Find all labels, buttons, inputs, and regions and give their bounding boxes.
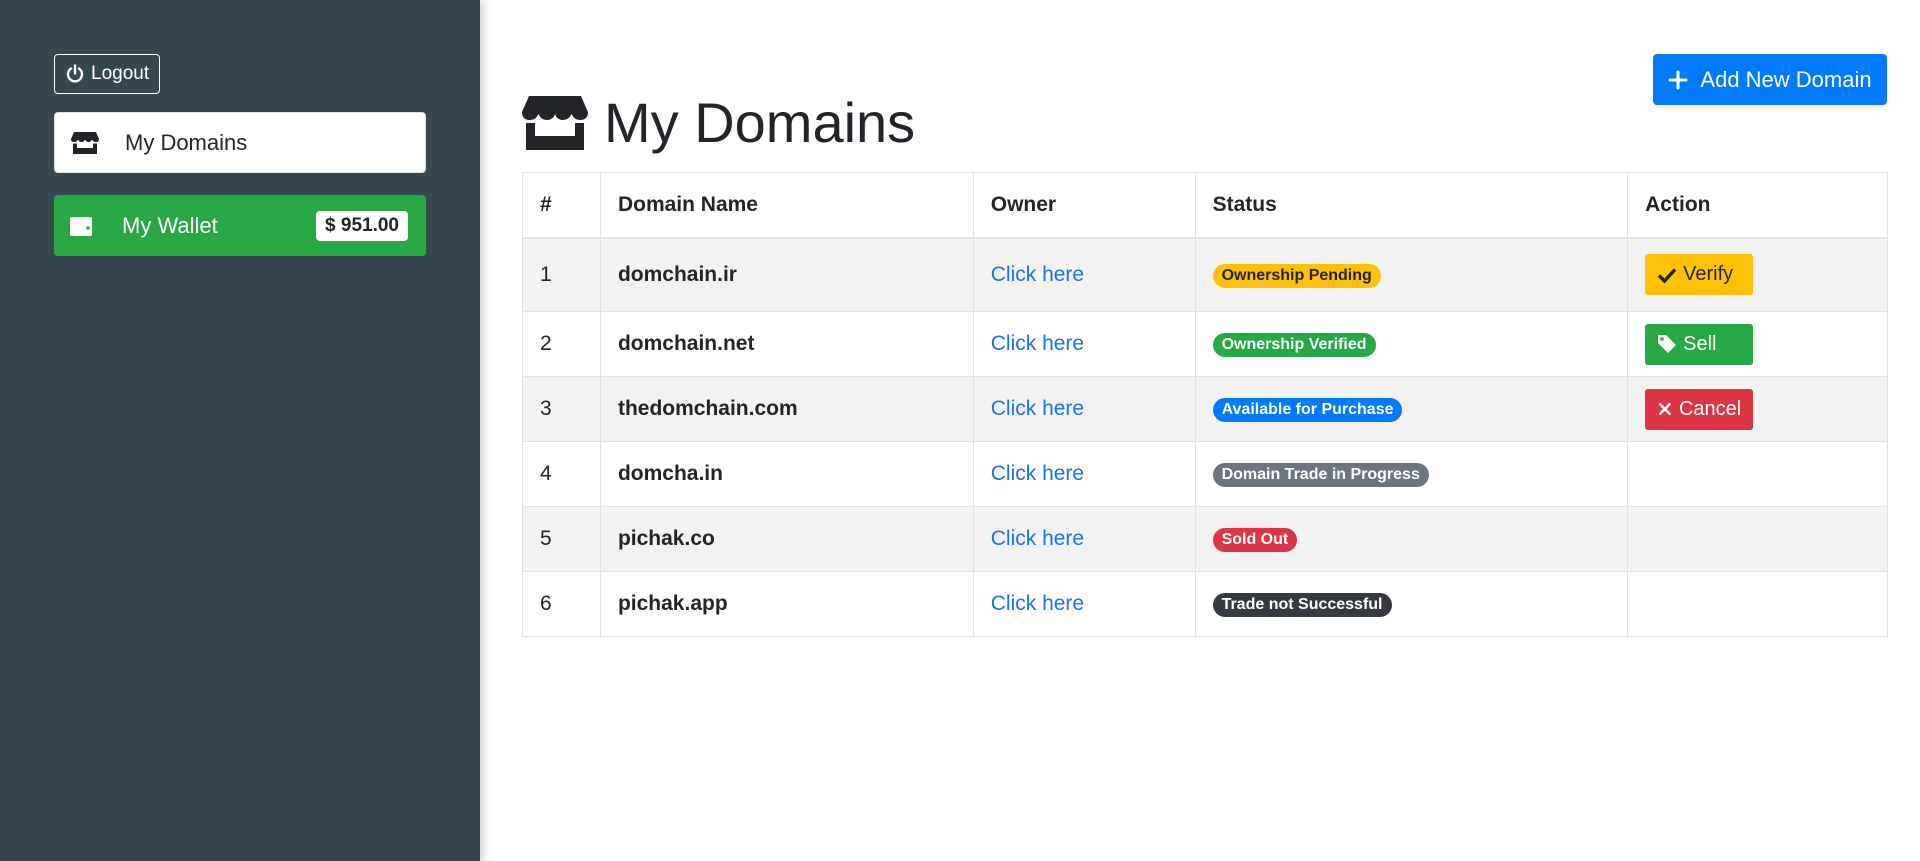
status-badge: Ownership Pending: [1212, 263, 1381, 288]
table-row: 6 pichak.app Click here Trade not Succes…: [522, 571, 1888, 637]
owner-link[interactable]: Click here: [991, 527, 1084, 550]
table-row: 3 thedomchain.com Click here Available f…: [522, 376, 1888, 442]
owner-link[interactable]: Click here: [991, 397, 1084, 420]
row-number: 3: [522, 376, 601, 442]
action-cell: [1627, 506, 1888, 572]
status-badge: Sold Out: [1212, 528, 1298, 552]
status-cell: Ownership Verified: [1194, 311, 1629, 377]
verify-button[interactable]: Verify: [1645, 254, 1754, 296]
sell-button[interactable]: Sell: [1645, 323, 1754, 365]
domain-name: domcha.in: [599, 441, 974, 507]
owner-cell: Click here: [972, 311, 1196, 377]
sidebar-item-my-domains-content: My Domains: [71, 130, 247, 156]
table-row: 1 domchain.ir Click here Ownership Pendi…: [522, 237, 1888, 312]
table-row: 2 domchain.net Click here Ownership Veri…: [522, 311, 1888, 377]
domain-name: domchain.net: [599, 311, 974, 377]
cancel-label: Cancel: [1678, 397, 1742, 420]
logout-label: Logout: [91, 63, 150, 84]
add-new-domain-button[interactable]: Add New Domain: [1653, 54, 1887, 105]
store-icon: [71, 131, 99, 154]
column-header-domain-name: Domain Name: [599, 172, 974, 239]
logout-button[interactable]: Logout: [54, 54, 161, 94]
table-row: 4 domcha.in Click here Domain Trade in P…: [522, 441, 1888, 507]
status-cell: Sold Out: [1194, 506, 1629, 572]
row-number: 2: [522, 311, 601, 377]
verify-label: Verify: [1683, 263, 1734, 286]
row-number: 6: [522, 571, 601, 637]
status-badge: Available for Purchase: [1212, 398, 1403, 422]
column-header-status: Status: [1194, 172, 1629, 239]
sidebar-item-my-domains[interactable]: My Domains: [54, 112, 426, 173]
sidebar-item-label: My Wallet: [122, 212, 218, 238]
status-cell: Available for Purchase: [1194, 376, 1629, 442]
table-row: 5 pichak.co Click here Sold Out: [522, 506, 1888, 572]
domains-table: # Domain Name Owner Status Action 1 domc…: [522, 172, 1888, 637]
domain-name: pichak.co: [599, 506, 974, 572]
owner-cell: Click here: [972, 237, 1196, 312]
action-cell: Verify: [1627, 237, 1888, 312]
power-icon: [66, 64, 84, 83]
sidebar-item-my-wallet[interactable]: My Wallet $ 951.00: [54, 195, 426, 256]
owner-link[interactable]: Click here: [991, 462, 1084, 485]
store-icon: [522, 95, 588, 150]
action-cell: [1627, 571, 1888, 637]
row-number: 5: [522, 506, 601, 572]
owner-link[interactable]: Click here: [991, 263, 1084, 286]
status-cell: Domain Trade in Progress: [1194, 441, 1629, 507]
tag-icon: [1658, 335, 1677, 353]
wallet-icon: [70, 216, 92, 236]
status-badge: Ownership Verified: [1212, 333, 1376, 357]
domain-name: thedomchain.com: [599, 376, 974, 442]
row-number: 1: [522, 237, 601, 312]
table-header-row: # Domain Name Owner Status Action: [522, 172, 1888, 239]
action-cell: Sell: [1627, 311, 1888, 377]
owner-cell: Click here: [972, 376, 1196, 442]
row-number: 4: [522, 441, 601, 507]
add-new-domain-label: Add New Domain: [1700, 66, 1872, 92]
cancel-button[interactable]: Cancel: [1645, 388, 1754, 430]
owner-link[interactable]: Click here: [991, 592, 1084, 615]
sidebar-item-my-wallet-content: My Wallet: [68, 213, 218, 239]
page-title: My Domains: [604, 90, 916, 154]
domain-name: pichak.app: [599, 571, 974, 637]
owner-cell: Click here: [972, 506, 1196, 572]
sell-label: Sell: [1683, 332, 1717, 355]
status-cell: Trade not Successful: [1194, 571, 1629, 637]
plus-icon: [1668, 70, 1688, 89]
wallet-balance-badge: $ 951.00: [316, 210, 408, 241]
status-badge: Domain Trade in Progress: [1212, 463, 1429, 487]
column-header-action: Action: [1627, 172, 1888, 239]
check-icon: [1657, 268, 1677, 284]
action-cell: [1627, 441, 1888, 507]
status-cell: Ownership Pending: [1194, 237, 1629, 312]
sidebar-item-label: My Domains: [125, 129, 248, 155]
action-cell: Cancel: [1627, 376, 1888, 442]
main-content: My Domains Add New Domain # Domain Name …: [480, 0, 1920, 861]
column-header-owner: Owner: [972, 172, 1196, 239]
column-header-number: #: [522, 172, 601, 239]
sidebar: Logout My Domains My Wallet $ 951.00: [0, 0, 480, 861]
status-badge: Trade not Successful: [1212, 593, 1392, 617]
owner-link[interactable]: Click here: [991, 332, 1084, 355]
domain-name: domchain.ir: [599, 237, 974, 312]
owner-cell: Click here: [972, 571, 1196, 637]
close-icon: [1659, 403, 1671, 415]
owner-cell: Click here: [972, 441, 1196, 507]
